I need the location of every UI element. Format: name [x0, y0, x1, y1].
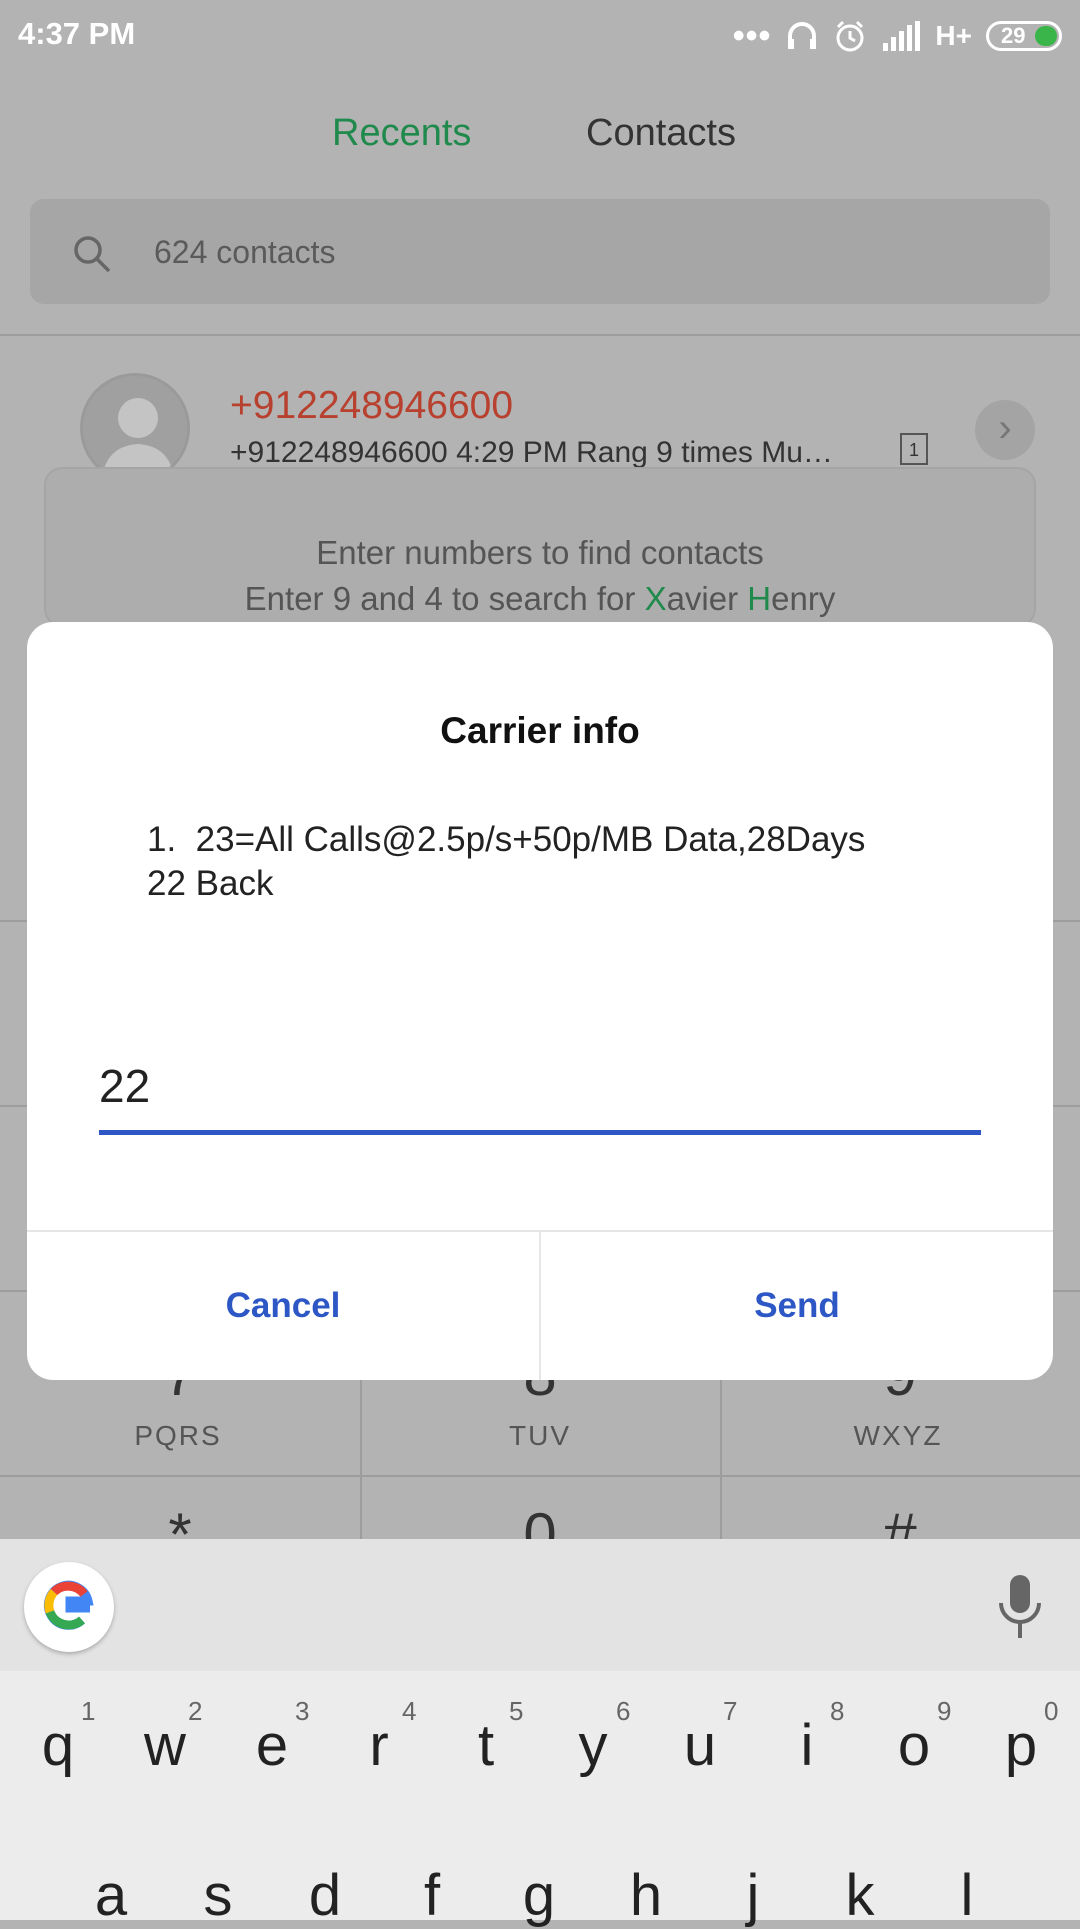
key-number-hint: 9: [937, 1696, 952, 1726]
sim-badge: 1: [900, 433, 928, 465]
key-l[interactable]: l: [914, 1862, 1020, 1929]
reply-input[interactable]: [99, 1042, 981, 1135]
tab-recents[interactable]: Recents: [332, 112, 471, 155]
hint-highlight: H: [747, 580, 772, 617]
keyboard-toolbar: [0, 1539, 1080, 1671]
dialpad-letters: PQRS: [134, 1420, 222, 1451]
key-number-hint: 1: [81, 1696, 96, 1726]
key-label: q: [41, 1713, 75, 1778]
battery-level: 29: [1001, 23, 1026, 48]
hint-line-1: Enter numbers to find contacts: [316, 534, 764, 571]
hint-text: avier: [666, 580, 748, 617]
hint-text: Enter 9 and 4 to search for: [244, 580, 645, 617]
key-number-hint: 2: [188, 1696, 203, 1726]
key-label: i: [800, 1713, 814, 1778]
key-k[interactable]: k: [807, 1862, 913, 1929]
key-s[interactable]: s: [165, 1862, 271, 1929]
dialog-title: Carrier info: [440, 710, 640, 751]
google-icon[interactable]: [24, 1562, 114, 1652]
key-number-hint: 6: [616, 1696, 631, 1726]
hint-text: enry: [771, 580, 836, 617]
alarm-icon: [836, 20, 864, 52]
key-number-hint: 7: [723, 1696, 738, 1726]
key-a[interactable]: a: [58, 1862, 164, 1929]
key-d[interactable]: d: [272, 1862, 378, 1929]
tab-contacts[interactable]: Contacts: [586, 112, 736, 155]
battery-icon: 29: [986, 21, 1062, 51]
divider: [0, 334, 1080, 336]
divider: [360, 1380, 362, 1540]
key-label: t: [477, 1713, 495, 1778]
key-label: o: [897, 1713, 931, 1778]
microphone-icon[interactable]: [995, 1573, 1045, 1643]
key-number-hint: 8: [830, 1696, 845, 1726]
key-f[interactable]: f: [379, 1862, 485, 1929]
divider: [0, 1475, 1080, 1477]
key-label: w: [144, 1713, 186, 1778]
call-name[interactable]: +912248946600: [230, 384, 513, 428]
chevron-right-icon[interactable]: ›: [975, 400, 1035, 460]
search-icon: [74, 236, 111, 273]
hint-highlight: X: [644, 580, 667, 617]
key-number-hint: 3: [295, 1696, 310, 1726]
key-number-hint: 4: [402, 1696, 417, 1726]
status-icons: ••• H+ 29: [733, 14, 1062, 58]
key-label: e: [255, 1713, 289, 1778]
key-number-hint: 5: [509, 1696, 524, 1726]
cancel-button[interactable]: Cancel: [27, 1232, 539, 1380]
key-label: u: [683, 1713, 717, 1778]
key-label: p: [1004, 1713, 1038, 1778]
status-time: 4:37 PM: [18, 16, 136, 51]
key-label: r: [369, 1713, 389, 1778]
divider: [720, 1380, 722, 1540]
dialpad-letters: TUV: [509, 1420, 571, 1451]
carrier-info-dialog: Carrier info 1. 23=All Calls@2.5p/s+50p/…: [27, 622, 1053, 1380]
key-label: y: [578, 1713, 608, 1778]
key-j[interactable]: j: [700, 1862, 806, 1929]
network-type: H+: [935, 20, 972, 51]
signal-icon: [883, 21, 921, 51]
key-g[interactable]: g: [486, 1862, 592, 1929]
dialog-message: 1. 23=All Calls@2.5p/s+50p/MB Data,28Day…: [147, 820, 866, 903]
status-bar: 4:37 PM ••• H+ 29: [0, 0, 1080, 72]
more-dots-icon: •••: [732, 16, 772, 55]
dialpad-letters: WXYZ: [853, 1420, 943, 1451]
key-h[interactable]: h: [593, 1862, 699, 1929]
key-number-hint: 0: [1044, 1696, 1059, 1726]
send-button[interactable]: Send: [541, 1232, 1053, 1380]
search-input[interactable]: 624 contacts: [154, 234, 335, 271]
headphones-icon: [788, 22, 817, 49]
hint-line-2: Enter 9 and 4 to search for Xavier Henry: [0, 580, 1080, 618]
call-detail: +912248946600 4:29 PM Rang 9 times Mu…: [230, 436, 833, 469]
